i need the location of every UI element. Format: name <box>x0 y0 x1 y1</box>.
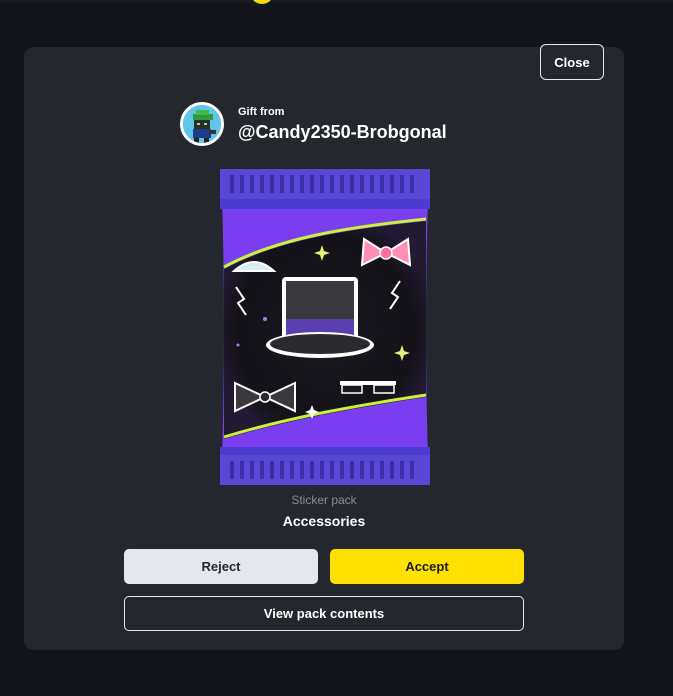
top-bar <box>0 0 673 2</box>
reject-button[interactable]: Reject <box>124 549 318 584</box>
gift-modal: Close Gift from @Candy2350-Brobgonal Sti… <box>24 44 624 650</box>
gift-from-label: Gift from <box>238 106 285 118</box>
pack-name: Accessories <box>282 513 366 529</box>
sender-name: @Candy2350-Brobgonal <box>238 122 447 142</box>
accept-button[interactable]: Accept <box>330 549 524 584</box>
view-pack-contents-button[interactable]: View pack contents <box>124 596 524 631</box>
sender-info: Gift from @Candy2350-Brobgonal <box>180 101 447 147</box>
sticker-pack-image <box>220 169 430 485</box>
close-button[interactable]: Close <box>540 44 604 80</box>
robot-avatar-icon <box>183 105 221 143</box>
avatar <box>180 102 224 146</box>
pack-type-label: Sticker pack <box>291 493 357 507</box>
sticker-pack-illustration <box>220 169 430 485</box>
